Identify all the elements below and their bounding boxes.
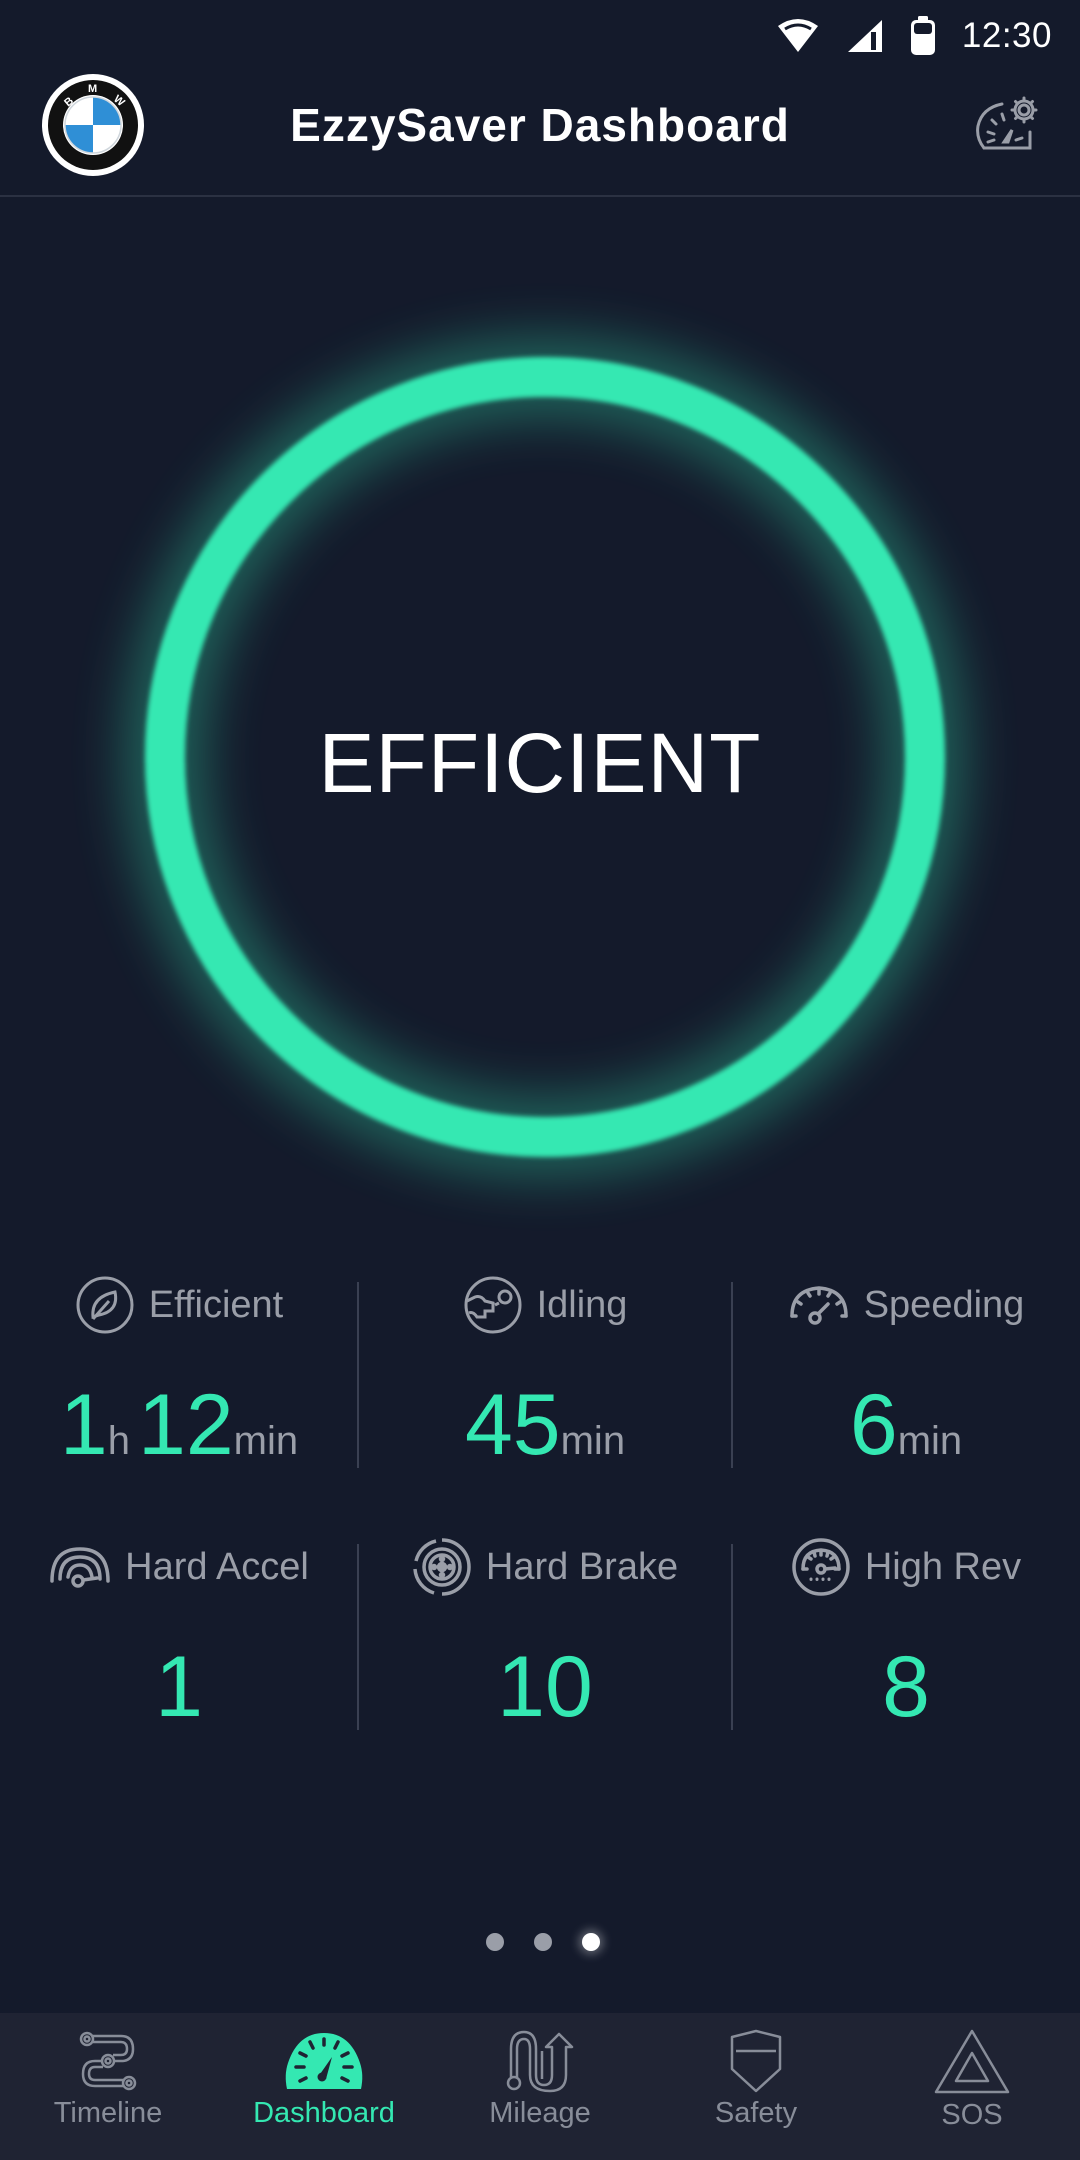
stat-value: 8 (882, 1644, 930, 1730)
stat-value-number: 6 (849, 1377, 898, 1473)
stat-label: High Rev (864, 1545, 1022, 1588)
shield-icon (726, 2029, 786, 2093)
stats-row: Efficient 1 h 12 min Idling 45 min Speed… (0, 1270, 1080, 1470)
stat-unit: min (897, 1419, 963, 1463)
stat-hard-brake[interactable]: Hard Brake 10 (358, 1532, 732, 1732)
stat-label: Hard Accel (125, 1545, 309, 1588)
cellular-signal-icon (846, 18, 884, 54)
speedometer-gear-icon (974, 92, 1040, 159)
hard-accel-icon (49, 1545, 111, 1589)
stat-value-number: 1 (155, 1639, 203, 1735)
stat-efficient[interactable]: Efficient 1 h 12 min (0, 1270, 358, 1470)
efficiency-ring: EFFICIENT (0, 200, 1080, 1320)
nav-safety[interactable]: Safety (648, 2013, 864, 2160)
stat-value: 10 (497, 1644, 593, 1730)
stat-value-minutes: 12 (137, 1377, 234, 1473)
speedometer-icon (788, 1282, 850, 1328)
stat-value: 1 h 12 min (60, 1382, 298, 1468)
stat-value: 45 min (465, 1382, 625, 1468)
page-dot-3-active[interactable] (582, 1933, 600, 1951)
stats-grid: Efficient 1 h 12 min Idling 45 min Speed… (0, 1270, 1080, 1732)
dashboard-screen: 12:30 B M W EzzySaver Dashboard EFFICIEN… (0, 0, 1080, 2160)
page-indicator (0, 1933, 1080, 1951)
route-timeline-icon (77, 2029, 139, 2093)
stat-hard-accel[interactable]: Hard Accel 1 (0, 1532, 358, 1732)
stat-label: Hard Brake (485, 1545, 679, 1588)
bottom-nav: Timeline Dashboard Mileage Safety SOS (0, 2013, 1080, 2160)
dashboard-gauge-icon (284, 2029, 364, 2093)
tachometer-icon (791, 1537, 851, 1597)
nav-label: Safety (714, 2097, 798, 2129)
stat-unit-hours: h (107, 1419, 130, 1463)
nav-timeline[interactable]: Timeline (0, 2013, 216, 2160)
stat-value: 1 (155, 1644, 203, 1730)
stat-value: 6 min (850, 1382, 962, 1468)
nav-mileage[interactable]: Mileage (432, 2013, 648, 2160)
stat-unit-minutes: min (233, 1419, 299, 1463)
stat-label: Idling (536, 1283, 628, 1326)
nav-label: SOS (941, 2099, 1003, 2131)
nav-sos[interactable]: SOS (864, 2013, 1080, 2160)
status-time: 12:30 (961, 16, 1052, 55)
page-dot-1[interactable] (486, 1933, 504, 1951)
status-bar: 12:30 (0, 0, 1080, 72)
stat-value-number: 45 (464, 1377, 561, 1473)
nav-label: Mileage (489, 2097, 591, 2129)
stat-idling[interactable]: Idling 45 min (358, 1270, 732, 1470)
stat-label: Speeding (863, 1283, 1025, 1326)
nav-label: Timeline (53, 2097, 163, 2129)
nav-dashboard[interactable]: Dashboard (216, 2013, 432, 2160)
battery-icon (910, 16, 936, 56)
settings-button[interactable] (972, 90, 1042, 160)
leaf-icon (75, 1275, 135, 1335)
svg-text:M: M (88, 83, 97, 95)
stat-label: Efficient (148, 1283, 284, 1326)
brake-disc-icon (412, 1537, 472, 1597)
stat-value-number: 10 (497, 1639, 593, 1735)
stat-value-number: 8 (882, 1639, 930, 1735)
nav-label: Dashboard (253, 2097, 395, 2129)
app-bar: B M W EzzySaver Dashboard (0, 72, 1080, 197)
warning-triangle-icon (934, 2029, 1010, 2095)
idling-engine-icon (463, 1275, 523, 1335)
wifi-icon (776, 18, 820, 54)
page-title: EzzySaver Dashboard (290, 99, 790, 151)
stat-speeding[interactable]: Speeding 6 min (732, 1270, 1080, 1470)
winding-road-arrow-icon (504, 2029, 576, 2093)
stats-row: Hard Accel 1 Hard Brake 10 High Rev 8 (0, 1532, 1080, 1732)
efficiency-status-label: EFFICIENT (318, 716, 762, 810)
stat-unit: min (560, 1419, 626, 1463)
page-dot-2[interactable] (534, 1933, 552, 1951)
stat-value-hours: 1 (59, 1377, 108, 1473)
stat-high-rev[interactable]: High Rev 8 (732, 1532, 1080, 1732)
